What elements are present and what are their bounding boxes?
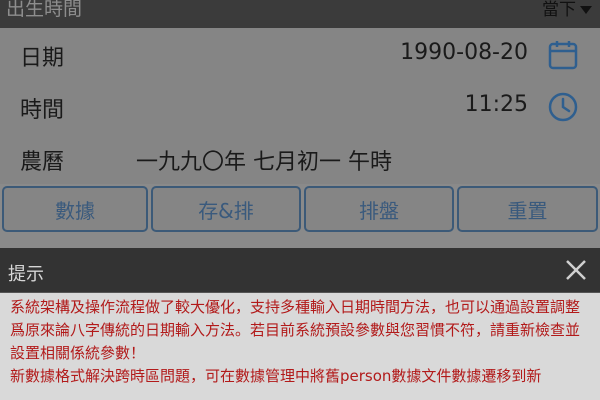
date-value[interactable]: 1990-08-20 bbox=[400, 40, 528, 65]
timezone-label: 當下 bbox=[542, 0, 576, 20]
save-arrange-button[interactable]: 存&排 bbox=[151, 186, 301, 232]
title-bar: 出生時間 當下 bbox=[0, 0, 600, 28]
dialog-paragraph: 新數據格式解決跨時區問題，可在數據管理中將舊person數據文件數據遷移到新 bbox=[10, 367, 542, 385]
dialog-paragraph: 系統架構及操作流程做了較大優化，支持多種輸入日期時間方法，也可以通過設置調整爲原… bbox=[10, 298, 581, 362]
time-value[interactable]: 11:25 bbox=[465, 92, 528, 117]
lunar-row: 農曆 一九九〇年 七月初一 午時 bbox=[0, 132, 600, 185]
dialog-body: 系統架構及操作流程做了較大優化，支持多種輸入日期時間方法，也可以通過設置調整爲原… bbox=[10, 296, 594, 388]
date-row[interactable]: 日期 1990-08-20 bbox=[0, 28, 600, 81]
date-label: 日期 bbox=[20, 46, 65, 71]
time-row[interactable]: 時間 11:25 bbox=[0, 80, 600, 133]
dialog-header: 提示 bbox=[0, 248, 600, 293]
lunar-label: 農曆 bbox=[20, 150, 65, 175]
calendar-icon[interactable] bbox=[546, 38, 580, 72]
dialog-title: 提示 bbox=[8, 264, 44, 285]
chevron-down-icon bbox=[580, 6, 592, 14]
arrange-button[interactable]: 排盤 bbox=[304, 186, 454, 232]
action-bar: 數據 存&排 排盤 重置 bbox=[0, 184, 600, 236]
close-icon[interactable] bbox=[564, 258, 588, 282]
lunar-value: 一九九〇年 七月初一 午時 bbox=[136, 150, 392, 175]
timezone-selector[interactable]: 當下 bbox=[542, 0, 592, 20]
time-label: 時間 bbox=[20, 98, 65, 123]
page-title: 出生時間 bbox=[6, 0, 83, 20]
clock-icon[interactable] bbox=[546, 90, 580, 124]
notice-dialog: 提示 系統架構及操作流程做了較大優化，支持多種輸入日期時間方法，也可以通過設置調… bbox=[0, 248, 600, 400]
reset-button[interactable]: 重置 bbox=[457, 186, 598, 232]
data-button[interactable]: 數據 bbox=[2, 186, 148, 232]
